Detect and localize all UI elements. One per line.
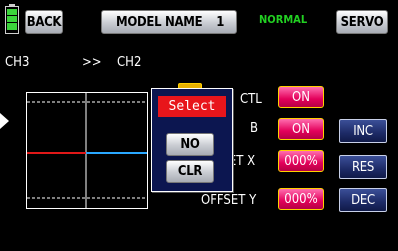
model-name-label: MODEL NAME — [116, 14, 203, 30]
source-channel: CH3 — [5, 55, 30, 70]
back-button[interactable]: BACK — [25, 10, 63, 34]
model-name-button[interactable]: MODEL NAME 1 — [101, 10, 237, 34]
target-channel: CH2 — [117, 55, 142, 70]
popup-title: Select — [158, 96, 226, 117]
model-number: 1 — [216, 14, 225, 30]
servo-button[interactable]: SERVO — [336, 10, 388, 34]
inc-button[interactable]: INC — [339, 119, 387, 143]
pointer-arrow-icon — [0, 113, 9, 129]
popup-clr-button[interactable]: CLR — [166, 160, 214, 183]
mix-graph — [26, 92, 148, 209]
select-popup: Select NO CLR — [151, 88, 233, 192]
offset-x-value-button[interactable]: 000% — [278, 150, 324, 172]
battery-icon — [5, 4, 19, 34]
dec-button[interactable]: DEC — [339, 188, 387, 212]
offset-y-label: OFFSET Y — [201, 193, 257, 208]
mode-label: NORMAL — [259, 13, 308, 26]
popup-no-button[interactable]: NO — [166, 133, 214, 156]
offset-y-value-button[interactable]: 000% — [278, 188, 324, 210]
ctl-value-button[interactable]: ON — [278, 86, 324, 108]
res-button[interactable]: RES — [339, 155, 387, 179]
channel-arrow: >> — [82, 55, 102, 70]
ctl-label: CTL — [240, 92, 262, 107]
b-value-button[interactable]: ON — [278, 118, 324, 140]
b-label: B — [250, 121, 259, 136]
